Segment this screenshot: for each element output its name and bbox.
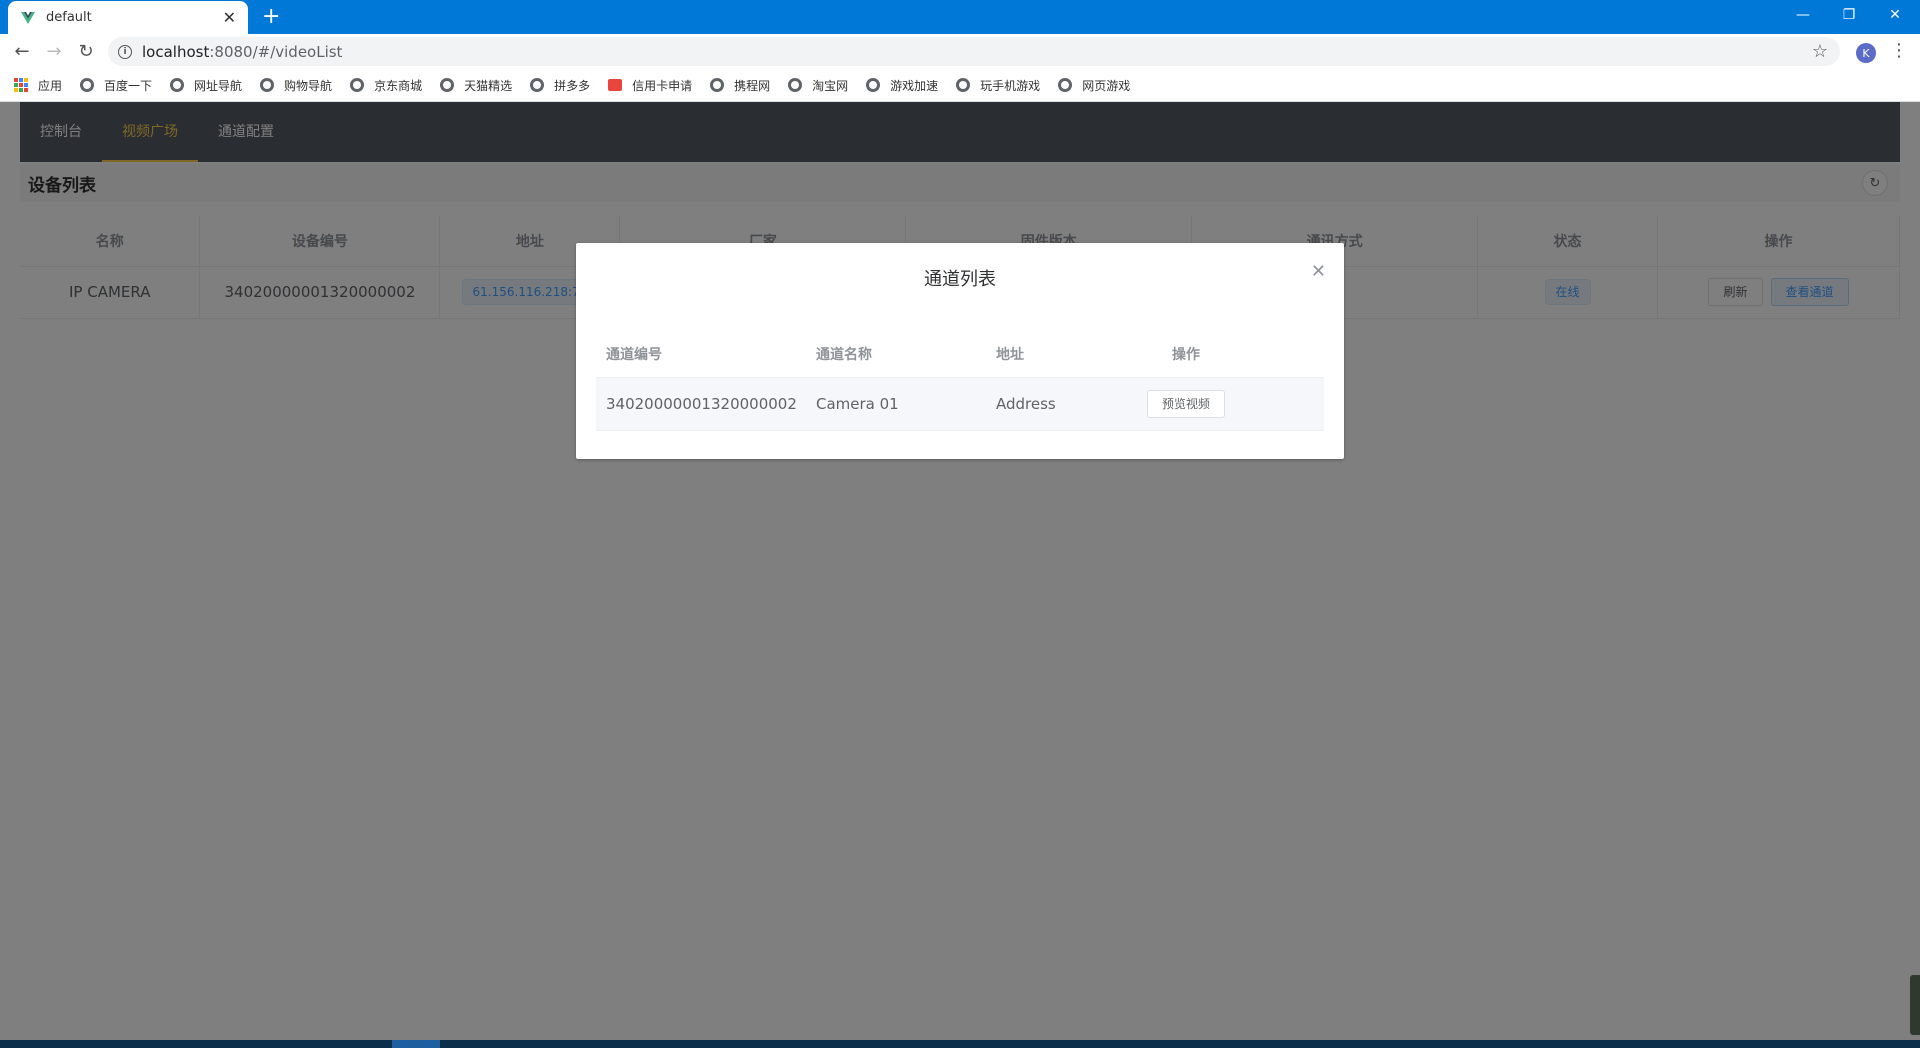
globe-icon: [350, 78, 365, 92]
bookmark-item[interactable]: 天猫精选: [440, 77, 512, 94]
bookmark-item[interactable]: 百度一下: [80, 77, 152, 94]
channel-address: Address: [986, 377, 1136, 431]
column-header: 操作: [1136, 331, 1236, 378]
new-tab-icon[interactable]: +: [262, 3, 280, 31]
globe-icon: [170, 78, 185, 92]
channel-table: 通道编号 通道名称 地址 操作 34020000001320000002 Cam…: [596, 331, 1324, 431]
channel-spacer-cell: [1236, 377, 1324, 431]
browser-tabbar: default ✕ + — ❐ ✕: [0, 0, 1920, 34]
bookmark-label: 拼多多: [554, 78, 591, 93]
globe-icon: [1058, 78, 1073, 92]
url-host: localhost: [142, 42, 210, 61]
globe-icon: [530, 78, 545, 92]
bookmark-label: 京东商城: [374, 78, 423, 93]
bookmark-item[interactable]: 玩手机游戏: [956, 77, 1040, 94]
tab-title: default: [46, 10, 92, 25]
profile-avatar[interactable]: K: [1856, 43, 1876, 63]
bookmark-item[interactable]: 淘宝网: [788, 77, 848, 94]
url-path: :8080/#/videoList: [209, 42, 343, 61]
dialog-title: 通道列表: [924, 269, 996, 290]
browser-tab[interactable]: default ✕: [8, 1, 248, 34]
bookmark-star-icon[interactable]: ☆: [1812, 41, 1828, 62]
address-bar[interactable]: i localhost:8080/#/videoList ☆: [108, 37, 1840, 66]
channel-name: Camera 01: [806, 377, 986, 431]
globe-icon: [440, 78, 455, 92]
bookmark-item[interactable]: 网址导航: [170, 77, 242, 94]
minimize-icon[interactable]: —: [1780, 0, 1826, 30]
taskbar-active-app[interactable]: [392, 1040, 440, 1048]
table-header-row: 通道编号 通道名称 地址 操作: [596, 331, 1324, 378]
preview-video-button[interactable]: 预览视频: [1146, 389, 1225, 418]
column-header: 通道编号: [596, 331, 806, 378]
forward-icon[interactable]: →: [38, 36, 70, 68]
globe-icon: [866, 78, 881, 92]
bookmark-item[interactable]: 网页游戏: [1058, 77, 1130, 94]
tab-close-icon[interactable]: ✕: [223, 8, 236, 27]
side-widget[interactable]: [1910, 975, 1920, 1035]
bookmarks-bar: 应用 百度一下 网址导航 购物导航 京东商城 天猫精选 拼多多 信用卡申请 携程…: [0, 69, 1920, 102]
bookmark-item[interactable]: 游戏加速: [866, 77, 938, 94]
bookmark-label: 百度一下: [104, 78, 153, 93]
bookmark-item[interactable]: 京东商城: [350, 77, 422, 94]
browser-toolbar: ← → ↻ i localhost:8080/#/videoList ☆ K ⋮: [0, 34, 1920, 69]
channel-id: 34020000001320000002: [596, 377, 806, 431]
bookmark-label: 天猫精选: [464, 78, 513, 93]
window-close-icon[interactable]: ✕: [1872, 0, 1918, 30]
bookmark-label: 信用卡申请: [632, 78, 693, 93]
bookmark-item[interactable]: 携程网: [710, 77, 770, 94]
credit-card-icon: [608, 79, 623, 91]
channel-list-dialog: 通道列表 ✕ 通道编号 通道名称 地址 操作 34020000001320000…: [576, 243, 1344, 459]
reload-icon[interactable]: ↻: [70, 36, 102, 68]
bookmark-item[interactable]: 拼多多: [530, 77, 590, 94]
table-row: 34020000001320000002 Camera 01 Address 预…: [596, 377, 1324, 431]
vue-logo-icon: [21, 11, 35, 24]
apps-grid-icon: [14, 78, 28, 92]
bookmark-item[interactable]: 购物导航: [260, 77, 332, 94]
bookmark-label: 网页游戏: [1082, 78, 1131, 93]
bookmark-apps[interactable]: 应用: [14, 77, 62, 94]
bookmark-label: 购物导航: [284, 78, 333, 93]
column-header: 通道名称: [806, 331, 986, 378]
column-spacer: [1236, 331, 1324, 378]
close-icon[interactable]: ✕: [1311, 261, 1326, 282]
bookmark-label: 游戏加速: [890, 78, 939, 93]
globe-icon: [710, 78, 725, 92]
bookmark-label: 应用: [38, 78, 63, 93]
channel-actions-cell: 预览视频: [1136, 377, 1236, 431]
restore-icon[interactable]: ❐: [1826, 0, 1872, 30]
bookmark-label: 网址导航: [194, 78, 243, 93]
globe-icon: [260, 78, 275, 92]
menu-dots-icon[interactable]: ⋮: [1890, 40, 1908, 61]
globe-icon: [788, 78, 803, 92]
bookmark-item[interactable]: 信用卡申请: [608, 77, 692, 94]
bookmark-label: 玩手机游戏: [980, 78, 1041, 93]
back-icon[interactable]: ←: [6, 36, 38, 68]
globe-icon: [80, 78, 95, 92]
os-taskbar: [0, 1040, 1920, 1048]
bookmark-label: 淘宝网: [812, 78, 849, 93]
globe-icon: [956, 78, 971, 92]
bookmark-label: 携程网: [734, 78, 771, 93]
column-header: 地址: [986, 331, 1136, 378]
info-icon[interactable]: i: [118, 44, 132, 59]
